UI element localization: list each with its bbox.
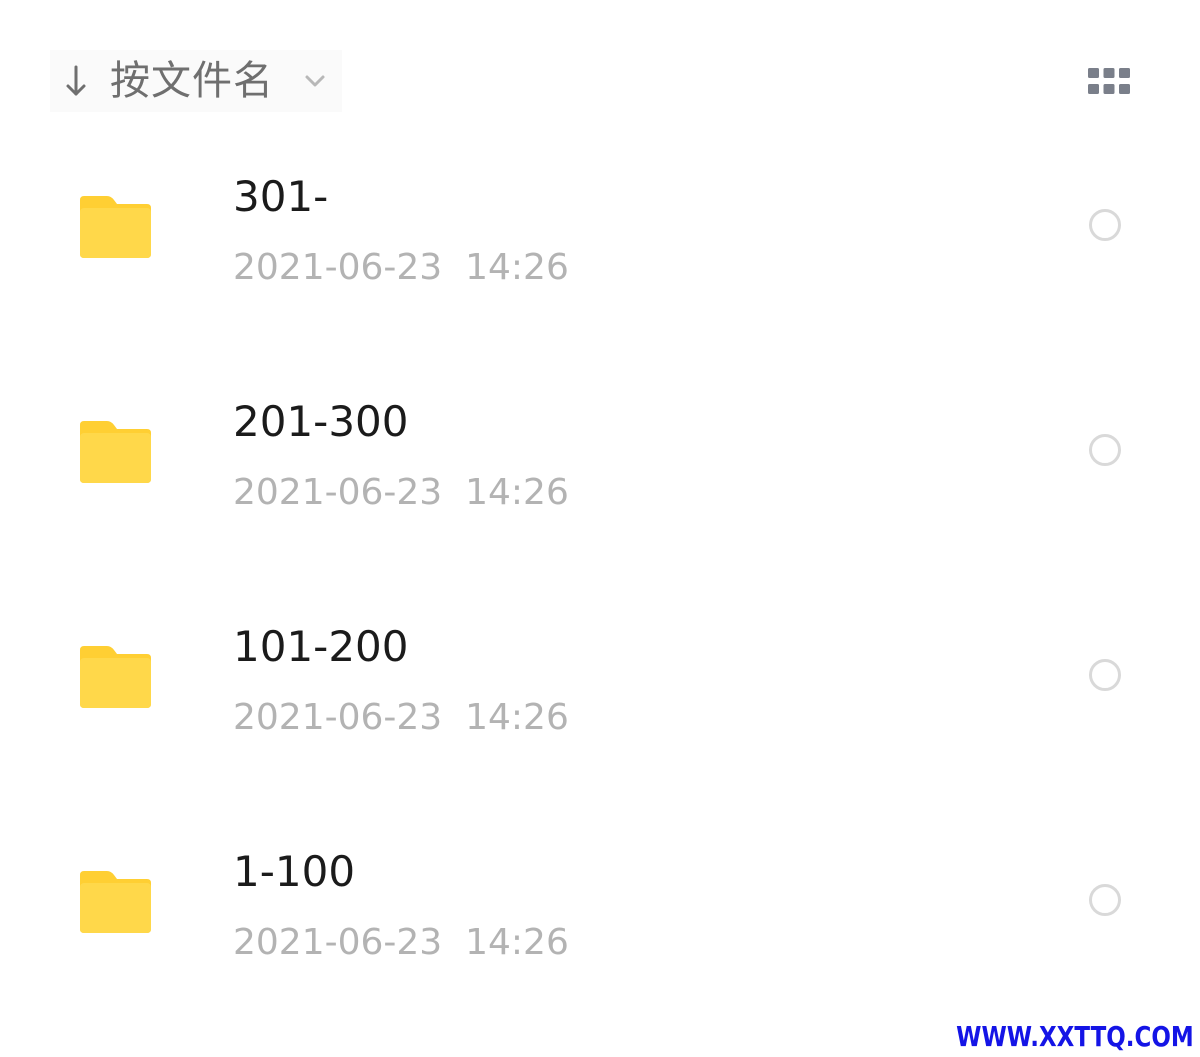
file-list: 301- 2021-06-23 14:26 201-300 2021-06-23… bbox=[0, 120, 1200, 1020]
file-name: 201-300 bbox=[233, 397, 409, 446]
sort-label: 按文件名 bbox=[110, 58, 274, 104]
grid-view-icon[interactable] bbox=[1088, 68, 1130, 94]
toolbar: 按文件名 bbox=[50, 50, 1150, 112]
folder-icon bbox=[80, 871, 151, 933]
select-radio[interactable] bbox=[1089, 434, 1121, 466]
folder-icon bbox=[80, 421, 151, 483]
arrow-down-icon bbox=[66, 65, 86, 96]
select-radio[interactable] bbox=[1089, 659, 1121, 691]
watermark: WWW.XXTTQ.COM bbox=[956, 1020, 1194, 1053]
file-row[interactable]: 101-200 2021-06-23 14:26 bbox=[0, 570, 1200, 795]
folder-icon bbox=[80, 646, 151, 708]
file-date: 2021-06-23 14:26 bbox=[233, 247, 569, 288]
file-date: 2021-06-23 14:26 bbox=[233, 697, 569, 738]
chevron-down-icon bbox=[305, 75, 325, 87]
select-radio[interactable] bbox=[1089, 884, 1121, 916]
file-date: 2021-06-23 14:26 bbox=[233, 472, 569, 513]
file-date: 2021-06-23 14:26 bbox=[233, 922, 569, 963]
sort-by-filename-button[interactable]: 按文件名 bbox=[50, 50, 342, 112]
select-radio[interactable] bbox=[1089, 209, 1121, 241]
file-row[interactable]: 301- 2021-06-23 14:26 bbox=[0, 120, 1200, 345]
file-name: 301- bbox=[233, 172, 329, 221]
file-row[interactable]: 1-100 2021-06-23 14:26 bbox=[0, 795, 1200, 1020]
file-row[interactable]: 201-300 2021-06-23 14:26 bbox=[0, 345, 1200, 570]
file-name: 101-200 bbox=[233, 622, 409, 671]
folder-icon bbox=[80, 196, 151, 258]
file-name: 1-100 bbox=[233, 847, 356, 896]
